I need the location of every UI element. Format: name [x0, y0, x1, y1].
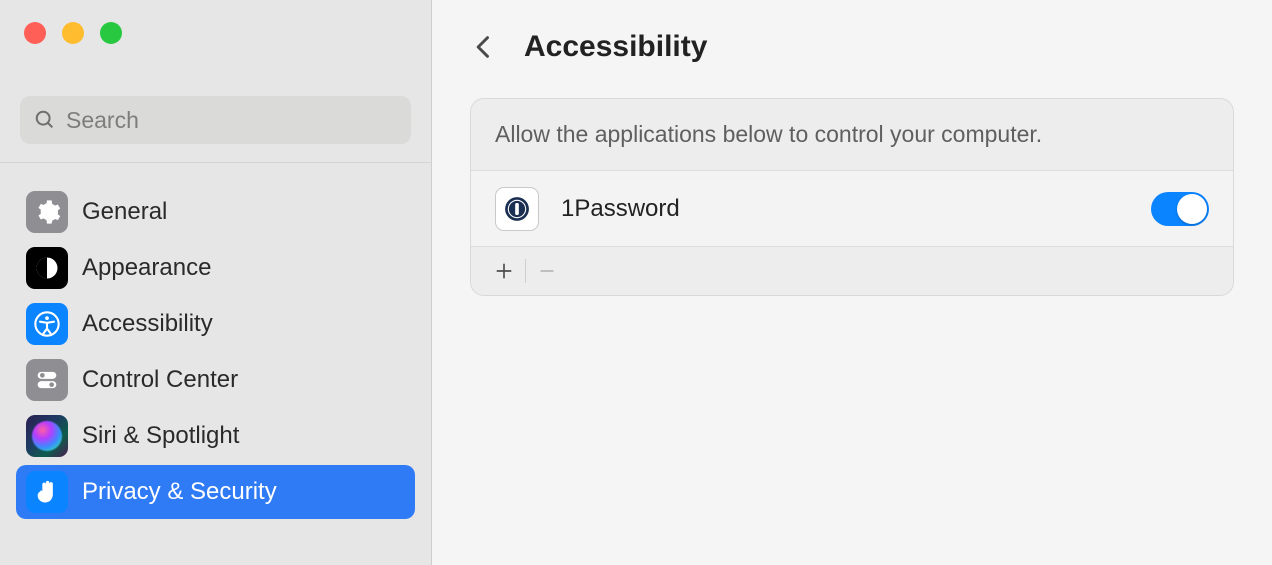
zoom-window-button[interactable] — [100, 22, 122, 44]
minimize-window-button[interactable] — [62, 22, 84, 44]
back-button[interactable] — [470, 33, 498, 61]
panel-footer — [471, 247, 1233, 295]
accessibility-apps-panel: Allow the applications below to control … — [470, 98, 1234, 296]
sidebar-item-label: Siri & Spotlight — [82, 422, 239, 450]
sidebar-item-general[interactable]: General — [16, 185, 415, 239]
sidebar-item-control-center[interactable]: Control Center — [16, 353, 415, 407]
sidebar-item-label: General — [82, 198, 167, 226]
sidebar: General Appearance Accessibility Control… — [0, 0, 432, 565]
app-row[interactable]: 1Password — [471, 171, 1233, 247]
appearance-icon — [26, 247, 68, 289]
main-header: Accessibility — [470, 30, 1234, 64]
control-center-icon — [26, 359, 68, 401]
sidebar-item-label: Privacy & Security — [82, 478, 277, 506]
sidebar-item-label: Accessibility — [82, 310, 213, 338]
sidebar-item-accessibility[interactable]: Accessibility — [16, 297, 415, 351]
main-content: Accessibility Allow the applications bel… — [432, 0, 1272, 565]
app-toggle[interactable] — [1151, 192, 1209, 226]
panel-description: Allow the applications below to control … — [471, 99, 1233, 171]
remove-app-button[interactable] — [530, 254, 564, 288]
sidebar-item-label: Control Center — [82, 366, 238, 394]
search-icon — [34, 109, 56, 131]
add-app-button[interactable] — [487, 254, 521, 288]
search-input[interactable] — [66, 107, 397, 134]
toggle-knob — [1177, 194, 1207, 224]
window-controls — [0, 0, 431, 62]
1password-app-icon — [495, 187, 539, 231]
siri-icon — [26, 415, 68, 457]
search-field[interactable] — [20, 96, 411, 144]
sidebar-item-label: Appearance — [82, 254, 211, 282]
close-window-button[interactable] — [24, 22, 46, 44]
sidebar-item-siri-spotlight[interactable]: Siri & Spotlight — [16, 409, 415, 463]
gear-icon — [26, 191, 68, 233]
footer-divider — [525, 259, 526, 283]
accessibility-icon — [26, 303, 68, 345]
hand-icon — [26, 471, 68, 513]
sidebar-item-privacy-security[interactable]: Privacy & Security — [16, 465, 415, 519]
page-title: Accessibility — [524, 30, 707, 64]
sidebar-nav: General Appearance Accessibility Control… — [0, 163, 431, 519]
app-name: 1Password — [561, 195, 1151, 223]
sidebar-item-appearance[interactable]: Appearance — [16, 241, 415, 295]
